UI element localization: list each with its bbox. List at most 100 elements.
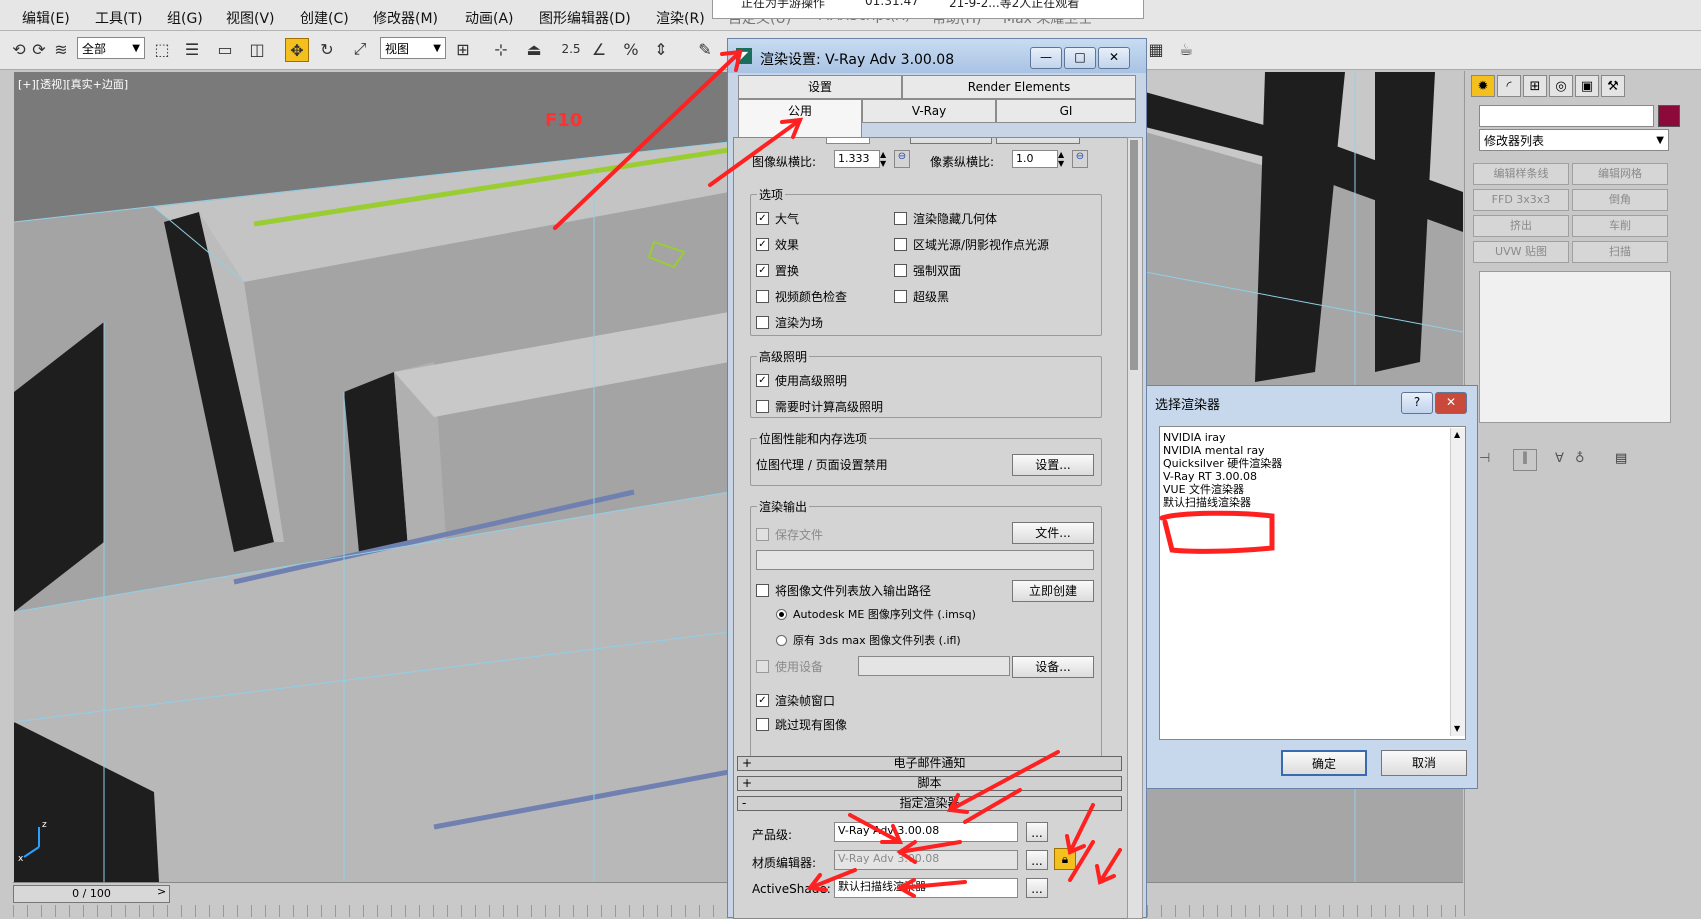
reference-coord-dropdown[interactable]: 视图 ▼	[380, 37, 446, 59]
window-crossing-icon[interactable]: ◫	[246, 38, 268, 60]
show-end-result-icon[interactable]: ‖	[1513, 449, 1537, 471]
menu-tools[interactable]: 工具(T)	[95, 8, 142, 28]
select-manipulate-icon[interactable]: ⊹	[490, 38, 512, 60]
pin-stack-icon[interactable]: ⊣	[1479, 451, 1490, 466]
effects-checkbox[interactable]: ✓ 效果	[756, 236, 799, 253]
make-unique-icon[interactable]: ∀	[1555, 451, 1564, 466]
viewport-label[interactable]: [+][透视][真实+边面]	[18, 76, 128, 92]
bitmap-setup-button[interactable]: 设置...	[1012, 454, 1094, 476]
area-lights-as-points-checkbox[interactable]: 区域光源/阴影视作点光源	[894, 236, 1049, 253]
display-icon[interactable]: ▣	[1575, 75, 1599, 97]
modifier-button-ffd[interactable]: FFD 3x3x3	[1473, 189, 1569, 211]
scale-icon[interactable]: ⤢	[349, 38, 371, 60]
pixel-aspect-field[interactable]: 1.0	[1012, 150, 1058, 168]
modify-icon[interactable]: ◜	[1497, 75, 1521, 97]
next-frame-arrow[interactable]: >	[157, 885, 166, 898]
maximize-button[interactable]: □	[1064, 47, 1096, 69]
link-icon[interactable]: ⟲	[8, 38, 30, 60]
snap-toggle-icon[interactable]: 2.5	[560, 38, 582, 60]
modifier-button-extrude[interactable]: 挤出	[1473, 215, 1569, 237]
render-dialog-titlebar[interactable]: ◤ 渲染设置: V-Ray Adv 3.00.08 — □ ✕	[728, 39, 1146, 73]
render-to-fields-checkbox[interactable]: 渲染为场	[756, 314, 823, 331]
list-item[interactable]: VUE 文件渲染器	[1163, 483, 1244, 496]
spinner-snap-icon[interactable]: ⇕	[650, 38, 672, 60]
list-item[interactable]: 默认扫描线渲染器	[1163, 496, 1251, 509]
material-browse-button[interactable]: ...	[1026, 850, 1048, 870]
list-item[interactable]: NVIDIA iray	[1163, 431, 1226, 444]
teapot-icon[interactable]: ☕	[1175, 38, 1197, 60]
object-name-field[interactable]	[1479, 105, 1654, 127]
configure-sets-icon[interactable]: ▤	[1615, 451, 1627, 466]
tab-render-elements[interactable]: Render Elements	[902, 75, 1136, 99]
unlink-icon[interactable]: ⟳	[28, 38, 50, 60]
modifier-button-edit-spline[interactable]: 编辑样条线	[1473, 163, 1569, 185]
skip-existing-checkbox[interactable]: 跳过现有图像	[756, 716, 847, 733]
create-icon[interactable]: ✹	[1471, 75, 1495, 97]
help-button[interactable]: ?	[1401, 392, 1433, 414]
height-field-partial[interactable]	[826, 138, 870, 144]
renderer-list-scrollbar[interactable]: ▲ ▼	[1450, 428, 1465, 736]
preset-800x600-button[interactable]: 800x600	[996, 138, 1080, 144]
select-by-name-icon[interactable]: ☰	[181, 38, 203, 60]
move-icon[interactable]: ✥	[285, 38, 309, 62]
displacement-checkbox[interactable]: ✓ 置换	[756, 262, 799, 279]
menu-create[interactable]: 创建(C)	[300, 8, 349, 28]
video-color-check-checkbox[interactable]: 视频颜色检查	[756, 288, 847, 305]
production-browse-button[interactable]: ...	[1026, 822, 1048, 842]
lock-pixel-aspect-icon[interactable]: ⊖	[1072, 150, 1088, 168]
tab-gi[interactable]: GI	[996, 99, 1136, 123]
files-button[interactable]: 文件...	[1012, 522, 1094, 544]
bind-spacewarp-icon[interactable]: ≋	[50, 38, 72, 60]
list-item[interactable]: NVIDIA mental ray	[1163, 444, 1265, 457]
use-device-checkbox[interactable]: 使用设备	[756, 658, 823, 675]
keyboard-shortcut-icon[interactable]: ⏏	[523, 38, 545, 60]
compute-advanced-lighting-checkbox[interactable]: 需要时计算高级照明	[756, 398, 883, 415]
modifier-list-dropdown[interactable]: 修改器列表 ▼	[1479, 129, 1669, 151]
selection-filter-dropdown[interactable]: 全部 ▼	[77, 37, 145, 59]
scroll-down-icon[interactable]: ▼	[1454, 724, 1460, 733]
menu-views[interactable]: 视图(V)	[226, 8, 275, 28]
tab-vray[interactable]: V-Ray	[862, 99, 996, 123]
list-item[interactable]: Quicksilver 硬件渲染器	[1163, 457, 1282, 470]
scrollbar-thumb[interactable]	[1130, 140, 1138, 370]
force-2-sided-checkbox[interactable]: 强制双面	[894, 262, 961, 279]
rendered-frame-window-checkbox[interactable]: ✓ 渲染帧窗口	[756, 692, 835, 709]
image-aspect-field[interactable]: 1.333	[834, 150, 880, 168]
menu-group[interactable]: 组(G)	[167, 8, 203, 28]
rollout-assign-renderer[interactable]: - 指定渲染器	[737, 796, 1122, 811]
frame-counter[interactable]: 0 / 100	[13, 885, 170, 903]
menu-graph-editors[interactable]: 图形编辑器(D)	[539, 8, 631, 28]
ifl-radio[interactable]: 原有 3ds max 图像文件列表 (.ifl)	[776, 632, 961, 648]
modifier-stack[interactable]	[1479, 271, 1671, 423]
device-field[interactable]	[858, 656, 1010, 676]
minimize-button[interactable]: —	[1030, 47, 1062, 69]
close-button[interactable]: ✕	[1098, 47, 1130, 69]
tab-settings[interactable]: 设置	[738, 75, 902, 99]
super-black-checkbox[interactable]: 超级黑	[894, 288, 949, 305]
output-path-field[interactable]	[756, 550, 1094, 570]
remove-modifier-icon[interactable]: ♁	[1575, 451, 1585, 466]
lock-aspect-icon[interactable]: ⊖	[894, 150, 910, 168]
modifier-button-edit-mesh[interactable]: 编辑网格	[1572, 163, 1668, 185]
render-hidden-geometry-checkbox[interactable]: 渲染隐藏几何体	[894, 210, 997, 227]
modifier-button-bevel[interactable]: 倒角	[1572, 189, 1668, 211]
spinner-icon[interactable]: ▲ ▼	[1058, 150, 1064, 168]
hierarchy-icon[interactable]: ⊞	[1523, 75, 1547, 97]
rect-selection-icon[interactable]: ▭	[214, 38, 236, 60]
modifier-button-lathe[interactable]: 车削	[1572, 215, 1668, 237]
rollout-scripts[interactable]: + 脚本	[737, 776, 1122, 791]
object-color-swatch[interactable]	[1658, 105, 1680, 127]
close-button[interactable]: ✕	[1435, 392, 1467, 414]
imsq-radio[interactable]: Autodesk ME 图像序列文件 (.imsq)	[776, 606, 976, 622]
rotate-icon[interactable]: ↻	[316, 38, 338, 60]
renderer-list[interactable]: NVIDIA iray NVIDIA mental ray Quicksilve…	[1159, 426, 1466, 740]
atmospherics-checkbox[interactable]: ✓ 大气	[756, 210, 799, 227]
put-image-list-checkbox[interactable]: 将图像文件列表放入输出路径	[756, 582, 931, 599]
devices-button[interactable]: 设备...	[1012, 656, 1094, 678]
use-advanced-lighting-checkbox[interactable]: ✓ 使用高级照明	[756, 372, 847, 389]
activeshade-browse-button[interactable]: ...	[1026, 878, 1048, 898]
ok-button[interactable]: 确定	[1281, 750, 1367, 776]
render-dialog-scrollbar[interactable]	[1127, 137, 1143, 919]
preset-640x480-button[interactable]: 640x480	[910, 138, 992, 144]
rollout-email-notifications[interactable]: + 电子邮件通知	[737, 756, 1122, 771]
